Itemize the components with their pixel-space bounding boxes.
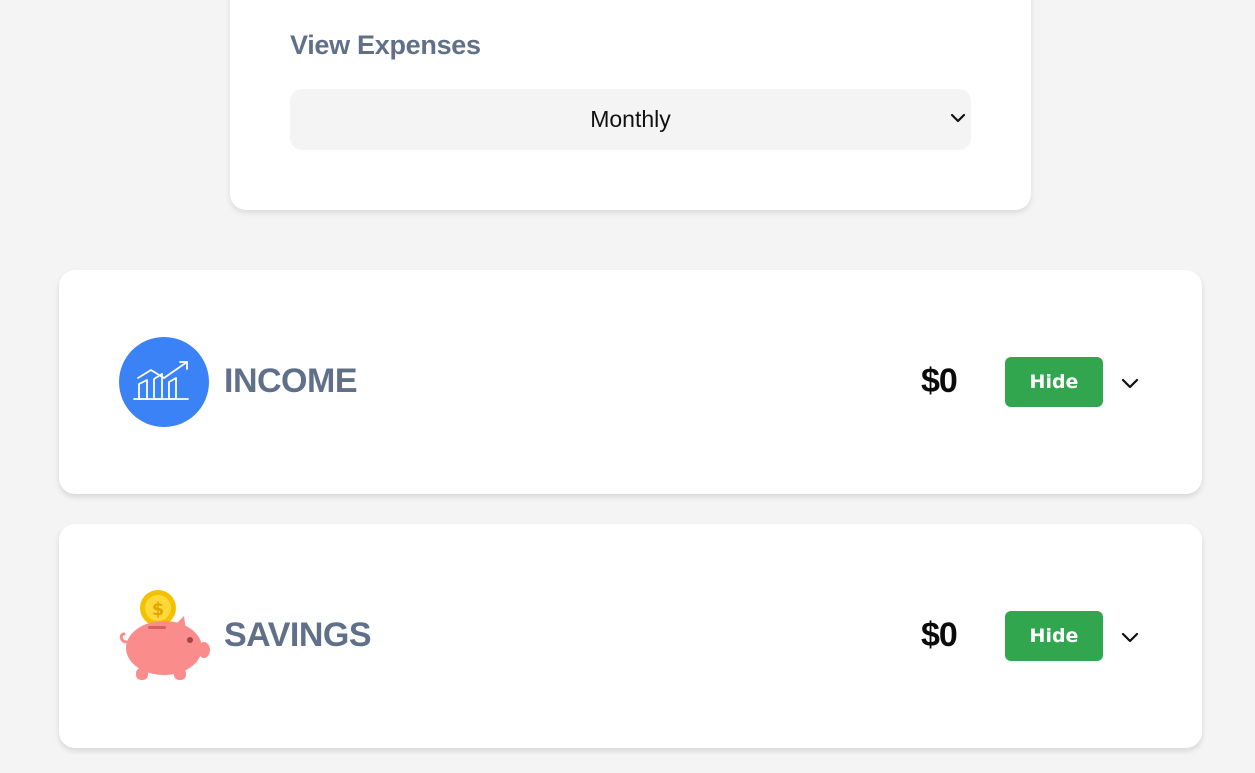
view-expenses-card: View Expenses Monthly xyxy=(230,0,1031,210)
view-expenses-title: View Expenses xyxy=(290,30,481,60)
income-amount: $0 xyxy=(921,362,958,400)
savings-card: $ SAVINGS $0 Hide xyxy=(59,524,1202,748)
savings-amount: $0 xyxy=(921,616,958,654)
income-label: INCOME xyxy=(224,362,358,400)
income-card: INCOME $0 Hide xyxy=(59,270,1202,494)
income-expand-chevron-icon[interactable] xyxy=(1120,373,1140,393)
savings-expand-chevron-icon[interactable] xyxy=(1120,627,1140,647)
svg-text:$: $ xyxy=(152,599,165,620)
chevron-down-icon xyxy=(950,113,966,123)
income-chart-icon xyxy=(119,337,209,427)
piggy-bank-icon: $ xyxy=(119,590,210,680)
savings-hide-button[interactable]: Hide xyxy=(1005,611,1103,661)
page: View Expenses Monthly INCOME $0 Hide $ S… xyxy=(0,0,1255,773)
period-select-value: Monthly xyxy=(590,106,671,132)
period-select[interactable]: Monthly xyxy=(290,89,971,150)
income-hide-button[interactable]: Hide xyxy=(1005,357,1103,407)
savings-label: SAVINGS xyxy=(224,616,372,654)
